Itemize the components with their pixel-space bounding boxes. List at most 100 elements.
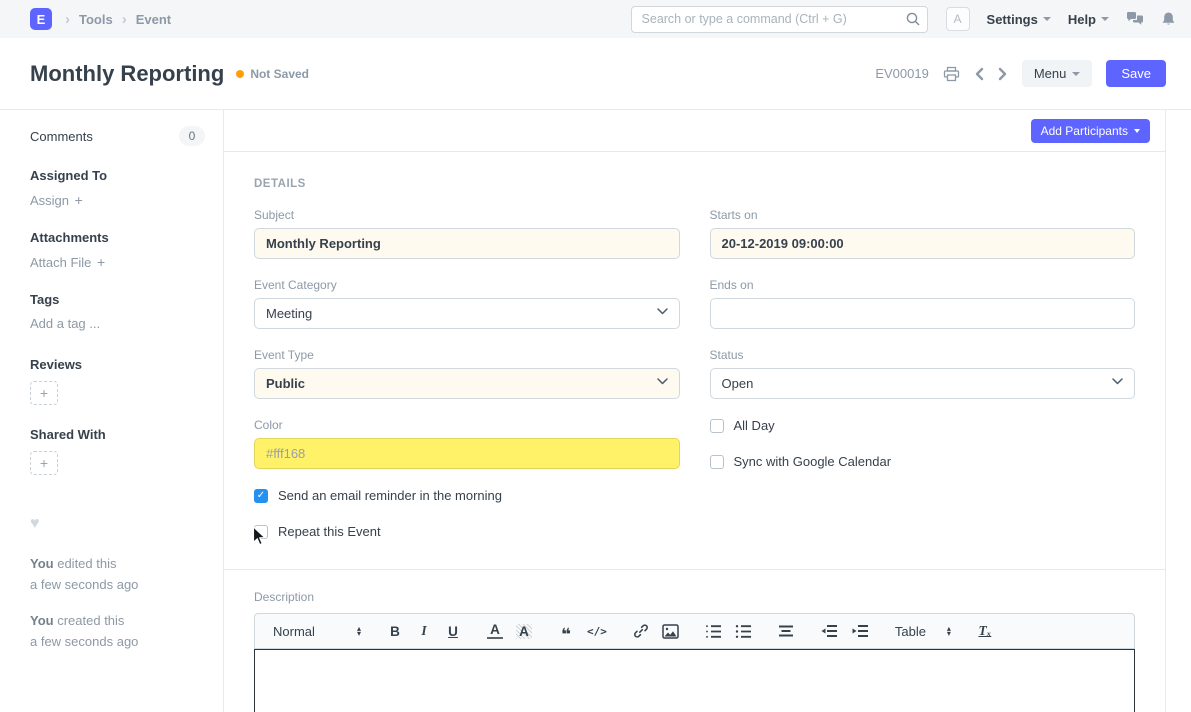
tags-title: Tags (30, 292, 205, 307)
chevron-down-icon (1112, 378, 1123, 385)
user-avatar[interactable]: A (946, 7, 970, 31)
description-section: Description Normal ▴▾ B I U A A (224, 570, 1165, 712)
document-id: EV00019 (875, 66, 929, 81)
event-category-select[interactable]: Meeting (254, 298, 680, 329)
plus-icon: + (97, 254, 105, 270)
plus-icon: + (40, 385, 48, 401)
field-status: Status Open (710, 348, 1136, 399)
save-button[interactable]: Save (1106, 60, 1166, 87)
like-heart-icon[interactable]: ♥ (30, 515, 205, 533)
activity-edited: You edited this a few seconds ago (30, 553, 205, 596)
ordered-list-button[interactable] (705, 624, 722, 639)
body-layout: Comments 0 Assigned To Assign + Attachme… (0, 110, 1191, 712)
color-input[interactable] (254, 438, 680, 469)
navbar: E › Tools › Event A Settings Help (0, 0, 1191, 38)
checkbox-email-reminder[interactable] (254, 489, 268, 503)
outdent-button[interactable] (820, 624, 838, 638)
rich-text-toolbar: Normal ▴▾ B I U A A ❝ </> (254, 613, 1135, 649)
form-column-right: Starts on Ends on Status (710, 208, 1136, 539)
not-saved-dot-icon (236, 70, 244, 78)
assigned-to-title: Assigned To (30, 168, 205, 183)
chevron-right-icon: › (122, 11, 127, 28)
settings-menu[interactable]: Settings (987, 12, 1051, 27)
highlight-button[interactable]: A (516, 624, 532, 639)
help-menu[interactable]: Help (1068, 12, 1109, 27)
chevron-down-icon (1101, 17, 1109, 21)
comments-count-badge: 0 (179, 126, 205, 146)
updown-icon: ▴▾ (947, 626, 951, 636)
checkbox-sync-google[interactable] (710, 455, 724, 469)
search-input[interactable] (631, 6, 928, 33)
breadcrumb-tools[interactable]: Tools (79, 12, 113, 27)
attachments-title: Attachments (30, 230, 205, 245)
ends-on-input[interactable] (710, 298, 1136, 329)
header-actions: EV00019 Menu Save (875, 60, 1166, 87)
text-color-button[interactable]: A (487, 623, 503, 639)
add-review-button[interactable]: + (30, 381, 58, 405)
chat-icon[interactable] (1126, 11, 1144, 27)
text-style-picker[interactable]: Normal ▴▾ (273, 624, 361, 639)
plus-icon: + (40, 455, 48, 471)
field-event-category: Event Category Meeting (254, 278, 680, 329)
search-icon[interactable] (905, 11, 921, 27)
bullet-list-button[interactable] (735, 624, 752, 639)
field-ends-on: Ends on (710, 278, 1136, 329)
italic-button[interactable]: I (416, 623, 432, 639)
activity-created: You created this a few seconds ago (30, 610, 205, 653)
clear-format-button[interactable]: Tₓ (977, 623, 993, 639)
assign-button[interactable]: Assign + (30, 192, 205, 208)
section-title: DETAILS (254, 178, 1135, 190)
chevron-down-icon (657, 308, 668, 315)
description-editor[interactable] (254, 649, 1135, 712)
field-subject: Subject (254, 208, 680, 259)
chevron-down-icon (1134, 129, 1140, 133)
indent-button[interactable] (851, 624, 869, 638)
align-button[interactable] (778, 625, 794, 637)
global-search (631, 6, 928, 33)
page-header: Monthly Reporting Not Saved EV00019 Menu… (0, 38, 1191, 110)
event-type-select[interactable]: Public (254, 368, 680, 399)
repeat-event-checkbox-row[interactable]: Repeat this Event (254, 524, 680, 539)
sidebar-item-comments[interactable]: Comments 0 (30, 126, 205, 146)
form-sidebar: Comments 0 Assigned To Assign + Attachme… (0, 110, 223, 712)
next-doc-icon[interactable] (998, 67, 1008, 81)
attach-file-button[interactable]: Attach File + (30, 254, 205, 270)
field-color: Color (254, 418, 680, 469)
starts-on-input[interactable] (710, 228, 1136, 259)
chevron-down-icon (1072, 72, 1080, 76)
checkbox-all-day[interactable] (710, 419, 724, 433)
image-button[interactable] (662, 624, 679, 639)
email-reminder-checkbox-row[interactable]: Send an email reminder in the morning (254, 488, 680, 503)
shared-with-title: Shared With (30, 427, 205, 442)
form-main: Add Participants DETAILS Subject Event C… (223, 110, 1166, 712)
details-section: DETAILS Subject Event Category (224, 152, 1165, 539)
field-starts-on: Starts on (710, 208, 1136, 259)
underline-button[interactable]: U (445, 624, 461, 639)
bold-button[interactable]: B (387, 624, 403, 639)
subject-input[interactable] (254, 228, 680, 259)
updown-icon: ▴▾ (357, 626, 361, 636)
blockquote-button[interactable]: ❝ (558, 623, 574, 640)
menu-button[interactable]: Menu (1022, 60, 1093, 87)
prev-doc-icon[interactable] (974, 67, 984, 81)
sync-google-checkbox-row[interactable]: Sync with Google Calendar (710, 454, 1136, 469)
status-select[interactable]: Open (710, 368, 1136, 399)
print-icon[interactable] (943, 66, 960, 82)
checkbox-repeat-event[interactable] (254, 525, 268, 539)
table-picker[interactable]: Table ▴▾ (895, 624, 951, 639)
app-logo[interactable]: E (30, 8, 52, 30)
all-day-checkbox-row[interactable]: All Day (710, 418, 1136, 433)
chevron-down-icon (1043, 17, 1051, 21)
add-participants-button[interactable]: Add Participants (1031, 119, 1150, 143)
breadcrumb-event[interactable]: Event (136, 12, 171, 27)
code-button[interactable]: </> (587, 625, 607, 638)
chevron-down-icon (657, 378, 668, 385)
add-share-button[interactable]: + (30, 451, 58, 475)
bell-icon[interactable] (1161, 11, 1176, 28)
add-tag-button[interactable]: Add a tag ... (30, 316, 205, 331)
plus-icon: + (75, 192, 83, 208)
link-button[interactable] (633, 623, 649, 639)
participants-bar: Add Participants (224, 110, 1165, 152)
right-gutter (1166, 110, 1191, 712)
navbar-right: A Settings Help (946, 7, 1176, 31)
